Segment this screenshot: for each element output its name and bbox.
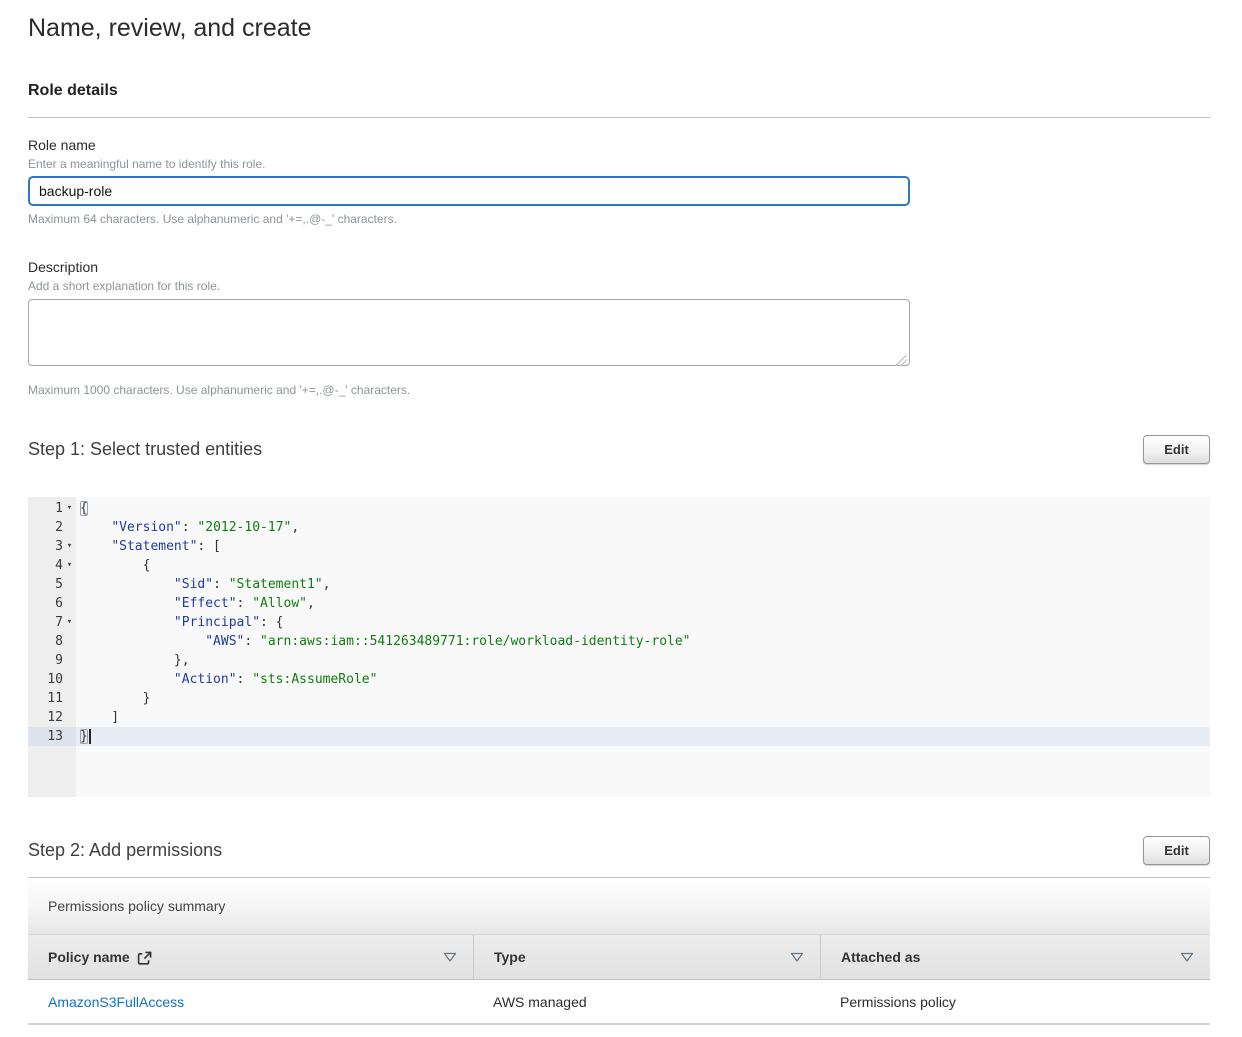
role-details-heading: Role details	[28, 81, 1210, 101]
editor-line: 11▾ }	[28, 689, 1210, 708]
editor-caret	[89, 729, 91, 744]
role-name-hint: Maximum 64 characters. Use alphanumeric …	[28, 212, 1210, 226]
description-textarea[interactable]	[28, 299, 910, 366]
description-label: Description	[28, 259, 1210, 276]
column-header-type: Type	[473, 935, 820, 979]
column-filter-icon[interactable]	[790, 952, 804, 963]
column-label: Policy name	[48, 949, 130, 965]
description-hint: Maximum 1000 characters. Use alphanumeri…	[28, 383, 1210, 397]
role-name-label: Role name	[28, 137, 1210, 154]
policy-name-link[interactable]: AmazonS3FullAccess	[48, 994, 184, 1010]
line-number: 8	[55, 632, 63, 651]
editor-line: 7▾ "Principal": {	[28, 613, 1210, 632]
editor-line: 6▾ "Effect": "Allow",	[28, 594, 1210, 613]
column-filter-icon[interactable]	[443, 952, 457, 963]
line-number: 5	[55, 575, 63, 594]
permissions-table: Policy name Type Attached as AmazonS3Ful…	[28, 935, 1210, 1025]
policy-type-cell: AWS managed	[473, 980, 820, 1023]
step2-edit-button[interactable]: Edit	[1143, 836, 1210, 865]
line-number: 2	[55, 518, 63, 537]
role-name-input[interactable]	[28, 176, 910, 206]
permissions-table-header: Policy name Type Attached as	[28, 935, 1210, 980]
trust-policy-editor[interactable]: 1▾{2▾ "Version": "2012-10-17",3▾ "Statem…	[28, 497, 1210, 797]
editor-line: 12▾ ]	[28, 708, 1210, 727]
line-number: 12	[47, 708, 63, 727]
page-title: Name, review, and create	[28, 13, 1210, 44]
step1-header-row: Step 1: Select trusted entities Edit	[28, 435, 1210, 464]
role-name-help: Enter a meaningful name to identify this…	[28, 157, 1210, 171]
name-review-create-page: Name, review, and create Role details Ro…	[0, 0, 1242, 1025]
role-name-field: Role name Enter a meaningful name to ide…	[28, 137, 1210, 226]
column-label: Attached as	[841, 949, 920, 965]
external-link-icon	[137, 951, 152, 966]
column-label: Type	[494, 949, 526, 965]
column-filter-icon[interactable]	[1180, 952, 1194, 963]
description-help: Add a short explanation for this role.	[28, 279, 1210, 293]
column-header-policy-name: Policy name	[28, 935, 473, 979]
editor-line: 1▾{	[28, 499, 1210, 518]
fold-toggle-icon[interactable]: ▾	[63, 499, 76, 518]
policy-table-row: AmazonS3FullAccess AWS managedPermissions…	[28, 980, 1210, 1025]
line-number: 3	[55, 537, 63, 556]
line-number: 1	[55, 499, 63, 518]
editor-line: 5▾ "Sid": "Statement1",	[28, 575, 1210, 594]
editor-line: 3▾ "Statement": [	[28, 537, 1210, 556]
step2-heading: Step 2: Add permissions	[28, 840, 222, 861]
editor-line: 4▾ {	[28, 556, 1210, 575]
line-number: 13	[47, 727, 63, 746]
fold-toggle-icon[interactable]: ▾	[63, 537, 76, 556]
permissions-panel: Permissions policy summary Policy name T…	[28, 877, 1210, 1025]
line-number: 6	[55, 594, 63, 613]
editor-line: 2▾ "Version": "2012-10-17",	[28, 518, 1210, 537]
textarea-resize-handle[interactable]	[896, 355, 907, 366]
editor-line: 13▾}	[28, 727, 1210, 746]
policy-name-cell: AmazonS3FullAccess	[28, 980, 473, 1023]
step1-edit-button[interactable]: Edit	[1143, 435, 1210, 464]
attached-as-cell: Permissions policy	[820, 980, 1210, 1023]
column-header-attached-as: Attached as	[820, 935, 1210, 979]
description-field: Description Add a short explanation for …	[28, 259, 1210, 397]
section-divider	[28, 117, 1210, 118]
line-number: 11	[47, 689, 63, 708]
step1-heading: Step 1: Select trusted entities	[28, 439, 262, 460]
policy-editor-lines: 1▾{2▾ "Version": "2012-10-17",3▾ "Statem…	[28, 497, 1210, 746]
step2-header-row: Step 2: Add permissions Edit	[28, 836, 1210, 865]
line-number: 7	[55, 613, 63, 632]
editor-line: 10▾ "Action": "sts:AssumeRole"	[28, 670, 1210, 689]
editor-line: 8▾ "AWS": "arn:aws:iam::541263489771:rol…	[28, 632, 1210, 651]
line-number: 4	[55, 556, 63, 575]
editor-line: 9▾ },	[28, 651, 1210, 670]
line-number: 10	[47, 670, 63, 689]
fold-toggle-icon[interactable]: ▾	[63, 613, 76, 632]
fold-toggle-icon[interactable]: ▾	[63, 556, 76, 575]
permissions-panel-title: Permissions policy summary	[28, 878, 1210, 935]
permissions-table-body: AmazonS3FullAccess AWS managedPermissions…	[28, 980, 1210, 1025]
line-number: 9	[55, 651, 63, 670]
